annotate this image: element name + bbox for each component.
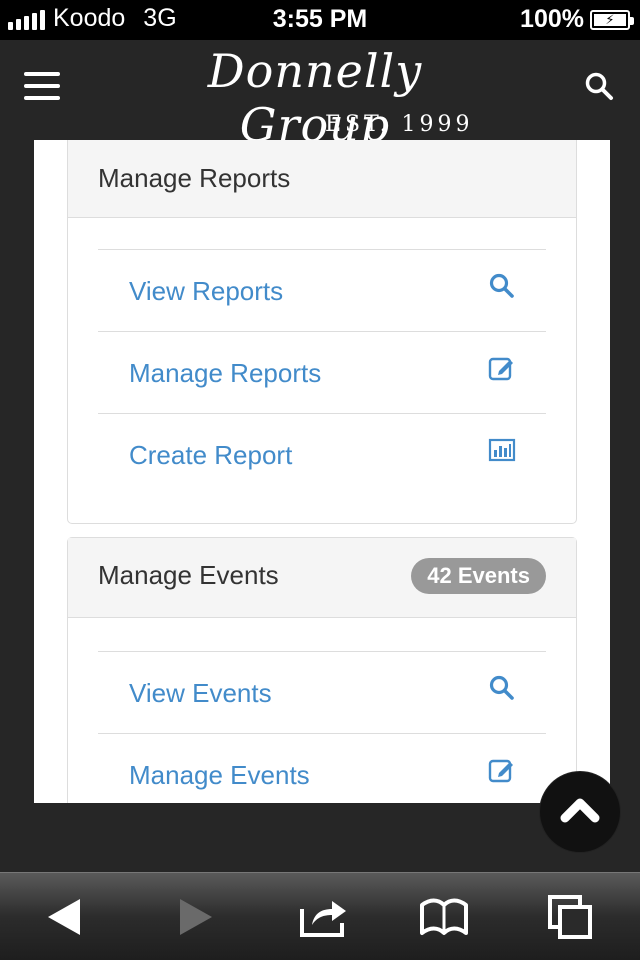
list-item-label[interactable]: View Events <box>129 678 272 709</box>
events-panel: Manage Events 42 Events View Events Mana… <box>67 537 577 803</box>
list-item-label[interactable]: Create Report <box>129 440 292 471</box>
reports-list: View Reports Manage Reports Create Repor… <box>98 249 546 495</box>
search-icon <box>489 675 514 700</box>
list-item-label[interactable]: Manage Reports <box>129 358 321 389</box>
bookmarks-icon[interactable] <box>418 891 470 943</box>
scroll-to-top-button[interactable] <box>540 772 620 852</box>
top-navbar: Donnelly Group EST. 1999 <box>0 40 640 152</box>
hamburger-icon[interactable] <box>24 72 60 100</box>
reports-panel: Manage Reports View Reports Manage Repor… <box>67 140 577 524</box>
battery-icon: ⚡ <box>590 9 634 30</box>
search-icon[interactable] <box>584 71 614 101</box>
list-item-manage-reports[interactable]: Manage Reports <box>98 331 546 413</box>
search-icon <box>489 273 514 298</box>
reports-panel-heading: Manage Reports <box>68 140 576 218</box>
panel-title: Manage Events <box>98 560 279 590</box>
edit-icon <box>488 357 513 381</box>
list-item-manage-events[interactable]: Manage Events <box>98 733 546 803</box>
back-arrow-icon[interactable] <box>40 891 92 943</box>
forward-arrow-icon[interactable] <box>168 891 220 943</box>
panel-title: Manage Reports <box>98 163 291 193</box>
list-item-view-events[interactable]: View Events <box>98 651 546 733</box>
main-content: Manage Reports View Reports Manage Repor… <box>34 140 610 803</box>
charging-plug-icon: ⚡ <box>605 11 615 27</box>
events-count-badge: 42 Events <box>411 558 546 594</box>
list-item-create-report[interactable]: Create Report <box>98 413 546 495</box>
chevron-up-icon <box>560 798 600 823</box>
browser-toolbar <box>0 872 640 960</box>
events-panel-heading: Manage Events 42 Events <box>68 538 576 618</box>
events-list: View Events Manage Events <box>98 651 546 803</box>
status-bar: Koodo 3G 3:55 PM 100% ⚡ <box>0 0 640 40</box>
list-item-label[interactable]: Manage Events <box>129 760 310 791</box>
share-icon[interactable] <box>298 891 350 943</box>
edit-icon <box>488 759 513 783</box>
battery-percent: 100% <box>520 5 584 33</box>
list-item-view-reports[interactable]: View Reports <box>98 249 546 331</box>
logo-est-text: EST. 1999 <box>325 112 474 137</box>
tabs-icon[interactable] <box>546 891 598 943</box>
list-item-label[interactable]: View Reports <box>129 276 283 307</box>
bar-chart-icon <box>488 438 516 462</box>
site-logo[interactable]: Donnelly Group EST. 1999 <box>135 44 495 152</box>
